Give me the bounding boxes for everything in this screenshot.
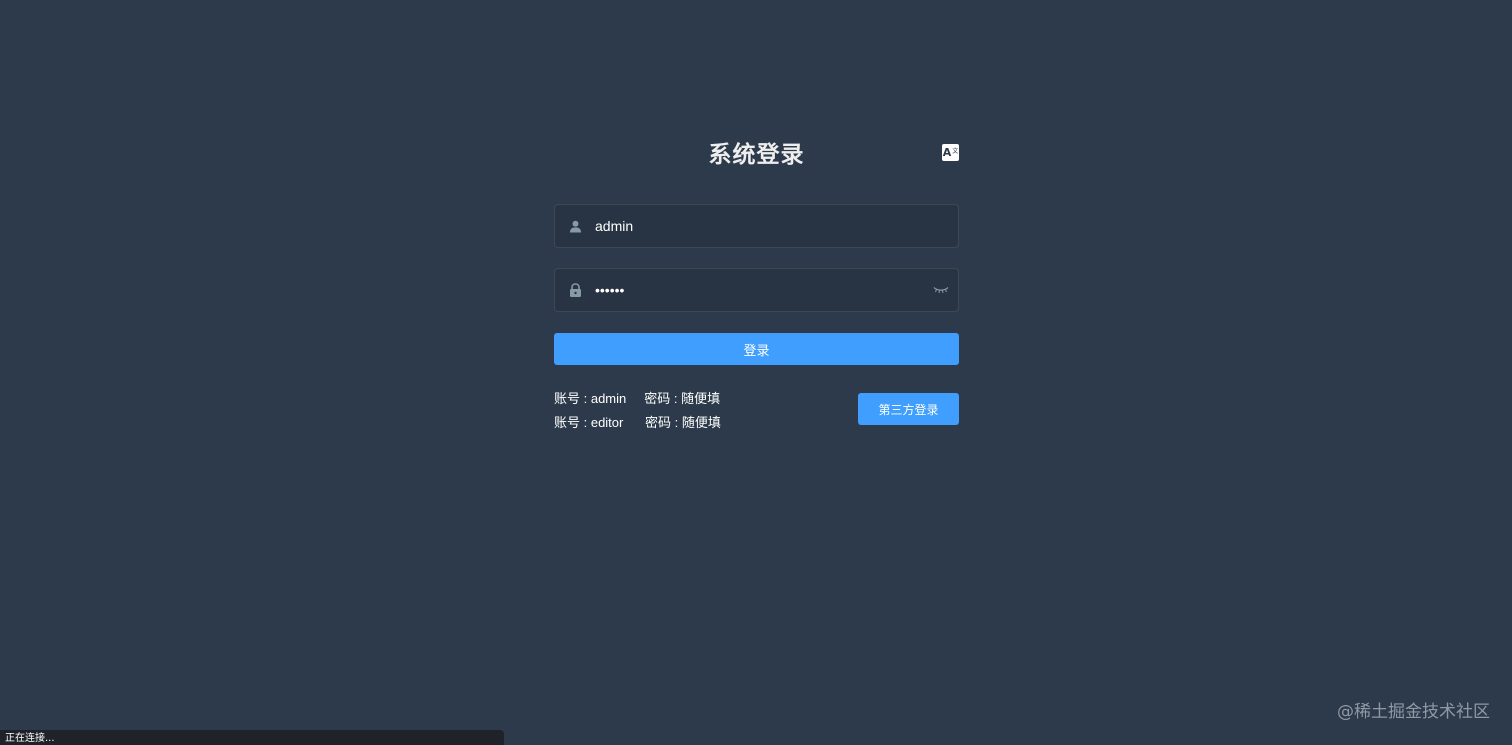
- password-field: [554, 268, 959, 312]
- login-button[interactable]: 登录: [554, 333, 959, 365]
- login-page: 系统登录 A文 admin 登录 账号: admin 密码: 随便填 账号 …: [0, 0, 1512, 745]
- password-input[interactable]: [595, 270, 924, 310]
- translate-icon[interactable]: A文: [942, 144, 959, 161]
- username-input[interactable]: [595, 206, 958, 246]
- eye-closed-icon[interactable]: [924, 286, 958, 294]
- page-title: 系统登录: [708, 142, 805, 168]
- translate-icon-mark: 文: [952, 147, 959, 155]
- username-field: [554, 204, 959, 248]
- login-form: 系统登录 A文 admin 登录 账号: admin 密码: 随便填 账号 …: [554, 138, 959, 439]
- status-bar: 正在连接...: [0, 730, 504, 745]
- translate-icon-letter: A: [942, 146, 952, 159]
- tips-container: 账号 : admin 密码 : 随便填 账号 : editor 密码 : 随便填…: [554, 389, 959, 439]
- lock-icon: [555, 283, 595, 297]
- title-container: 系统登录 A文: [554, 138, 959, 172]
- third-party-login-button[interactable]: 第三方登录: [858, 393, 959, 425]
- watermark: @稀土掘金技术社区: [1337, 702, 1490, 722]
- user-icon: [555, 220, 595, 233]
